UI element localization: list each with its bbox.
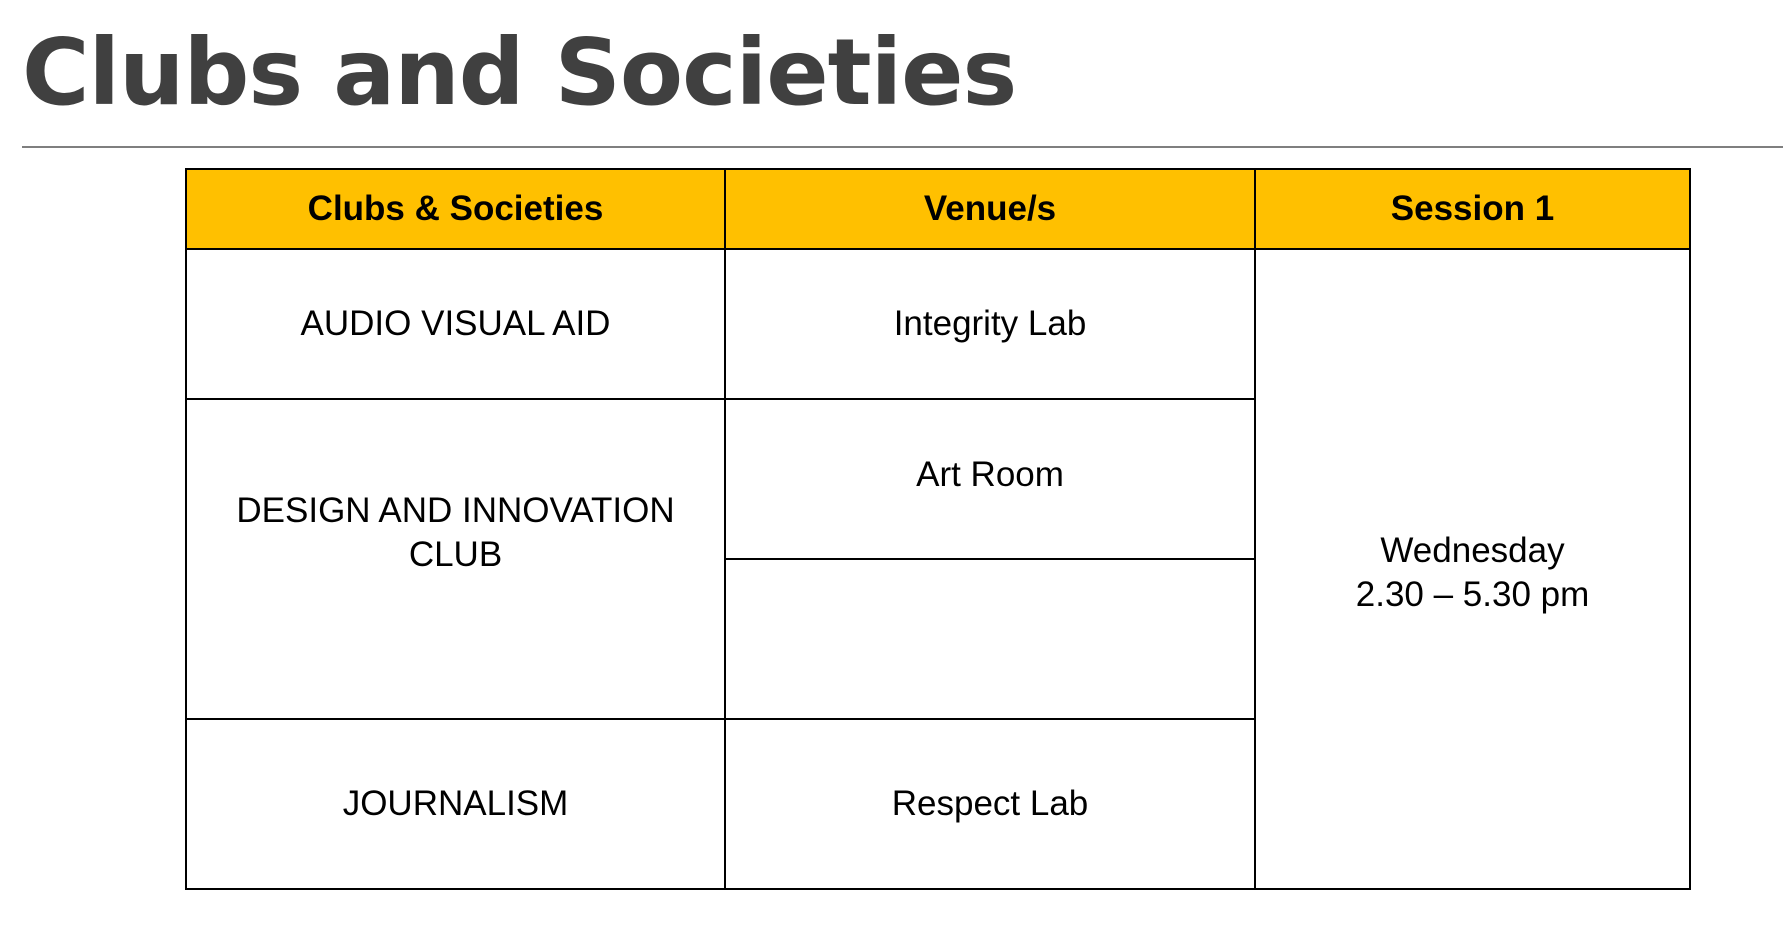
- club-cell: AUDIO VISUAL AID: [185, 248, 726, 400]
- table-row: AUDIO VISUAL AID Integrity Lab Wednesday…: [185, 248, 1691, 890]
- venue-cell: Respect Lab: [724, 718, 1256, 890]
- session-day: Wednesday: [1380, 531, 1565, 570]
- club-name: AUDIO VISUAL AID: [300, 304, 611, 343]
- page-title: Clubs and Societies: [22, 19, 1017, 126]
- venue-cell-empty: [724, 558, 1256, 720]
- club-name: DESIGN AND INNOVATION CLUB: [236, 491, 675, 574]
- header-session: Session 1: [1254, 168, 1691, 250]
- title-divider: [22, 146, 1783, 148]
- venue-cell: Art Room: [724, 398, 1256, 560]
- table-header-row: Clubs & Societies Venue/s Session 1: [185, 168, 1691, 250]
- club-cell: DESIGN AND INNOVATION CLUB: [185, 398, 726, 720]
- venue-cell: Integrity Lab: [724, 248, 1256, 400]
- session-time: 2.30 – 5.30 pm: [1355, 575, 1590, 614]
- session-cell: Wednesday 2.30 – 5.30 pm: [1254, 248, 1691, 890]
- venue-name: Integrity Lab: [893, 304, 1087, 343]
- clubs-schedule-table: Clubs & Societies Venue/s Session 1 AUDI…: [185, 168, 1691, 890]
- header-clubs: Clubs & Societies: [185, 168, 726, 250]
- club-name: JOURNALISM: [342, 784, 569, 823]
- header-venues: Venue/s: [724, 168, 1256, 250]
- venue-name: Respect Lab: [891, 784, 1089, 823]
- club-cell: JOURNALISM: [185, 718, 726, 890]
- session-text: Wednesday 2.30 – 5.30 pm: [1356, 529, 1590, 617]
- venue-name: Art Room: [916, 455, 1064, 494]
